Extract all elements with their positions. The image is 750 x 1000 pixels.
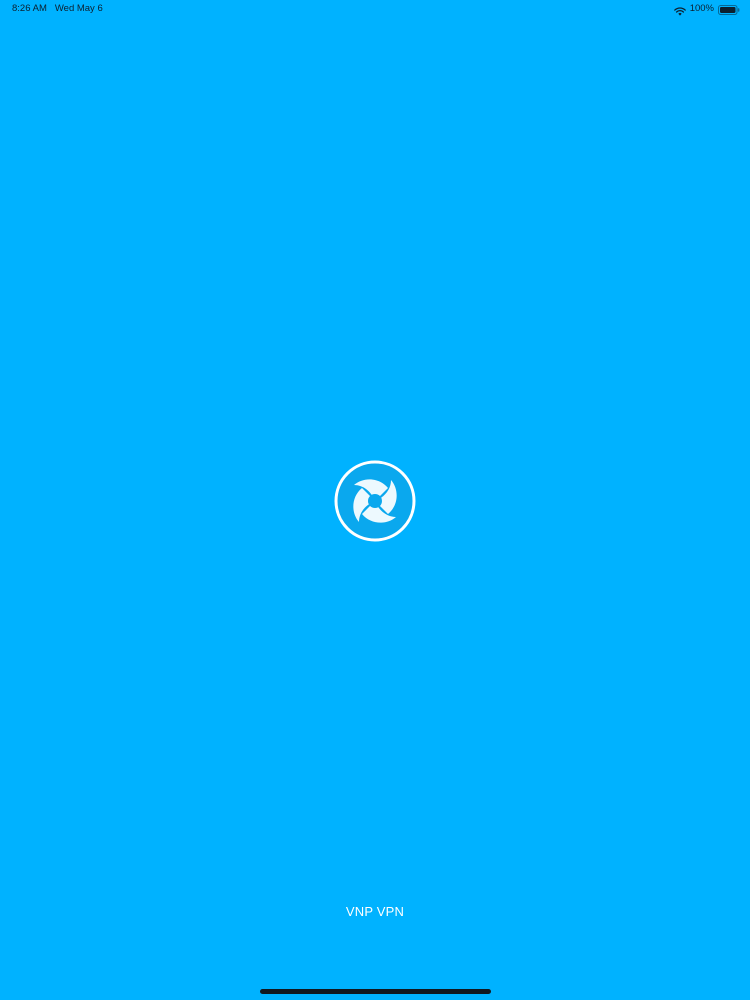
home-indicator[interactable] (260, 989, 491, 994)
status-bar: 8:26 AM Wed May 6 100% (0, 0, 750, 18)
status-date: Wed May 6 (54, 3, 103, 14)
swirl-logo-icon (333, 459, 417, 543)
app-name: VNP VPN (345, 904, 405, 919)
battery-percent: 100% (689, 3, 714, 14)
wifi-icon (673, 5, 686, 16)
battery-icon (718, 4, 740, 15)
status-right: 100% (673, 0, 740, 18)
status-left: 8:26 AM Wed May 6 (12, 0, 103, 18)
status-time: 8:26 AM (12, 3, 47, 14)
